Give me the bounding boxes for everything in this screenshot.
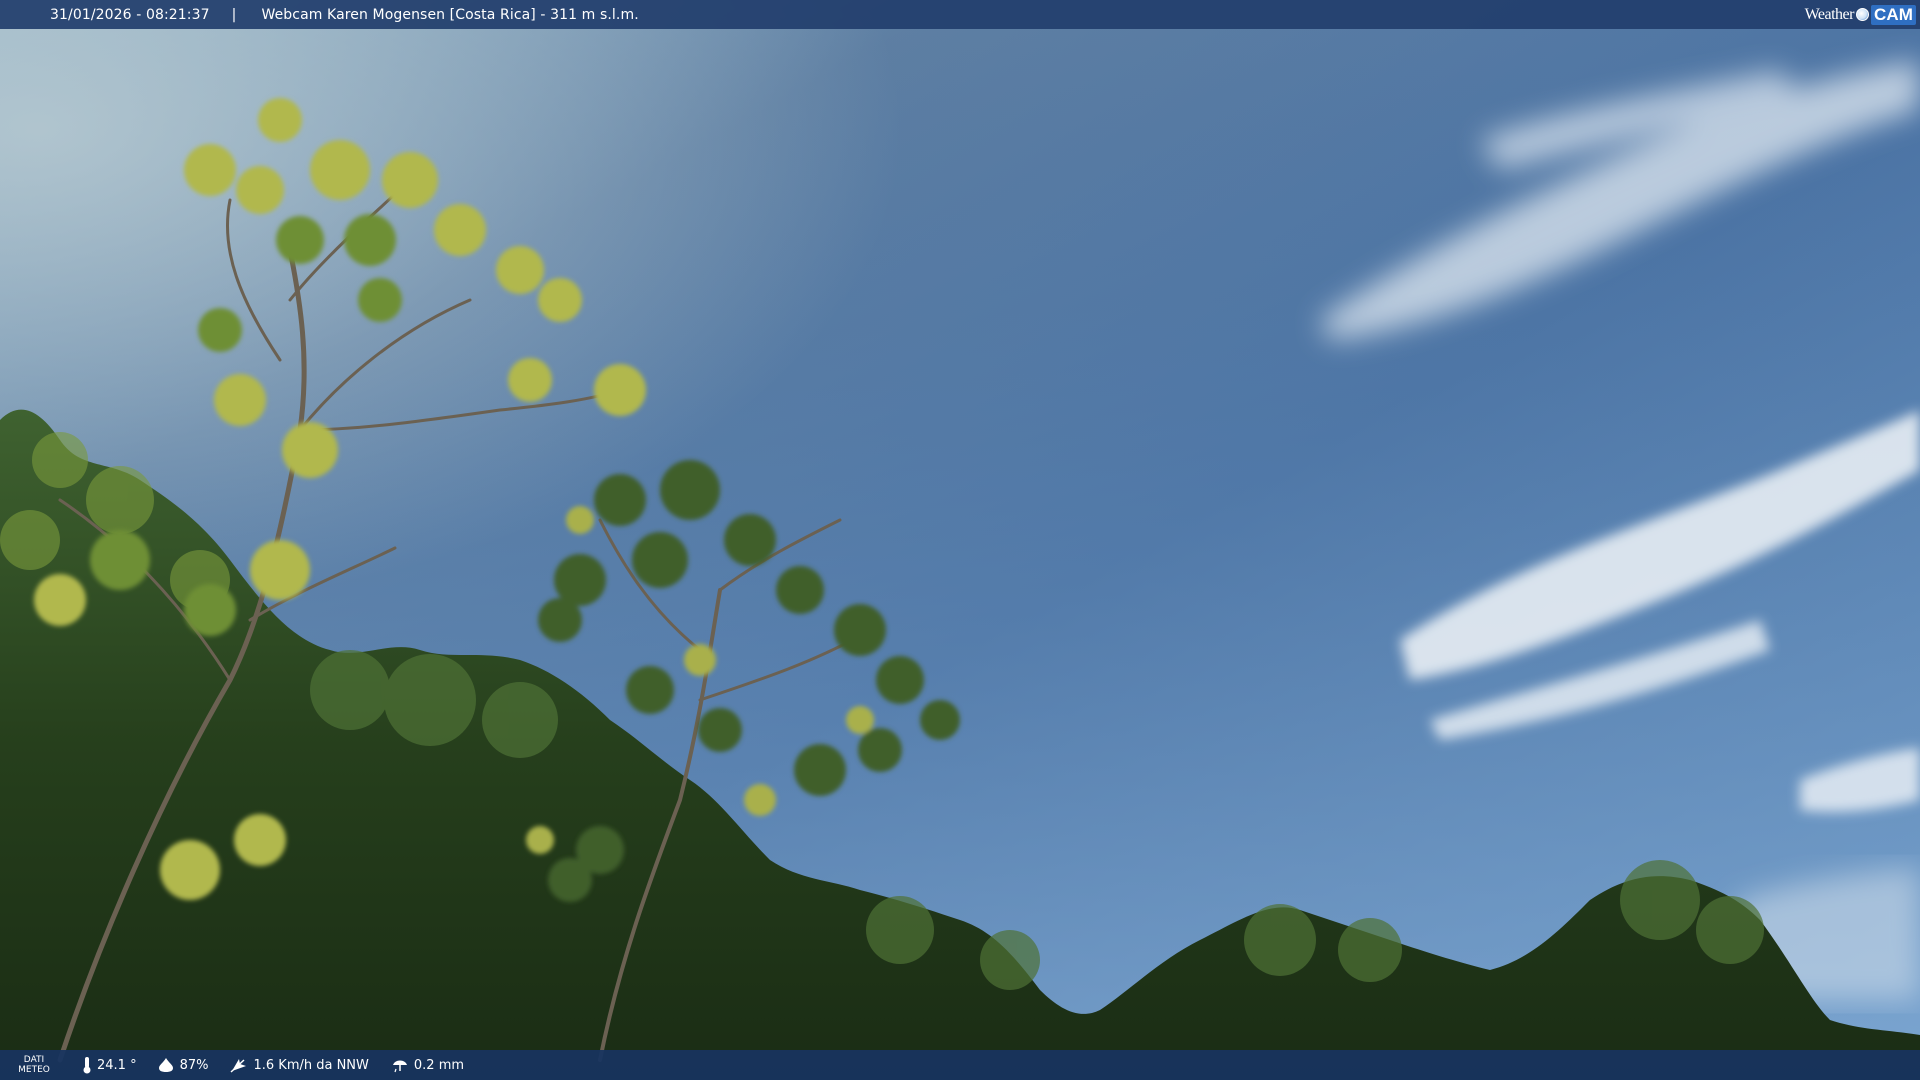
thermometer-icon bbox=[83, 1057, 91, 1074]
globe-icon bbox=[1855, 8, 1869, 21]
wind-value: 1.6 Km/h da NNW bbox=[253, 1057, 369, 1073]
brand-cam-text: CAM bbox=[1870, 4, 1916, 25]
temperature-value: 24.1 ° bbox=[97, 1057, 137, 1073]
webcam-title: Webcam Karen Mogensen [Costa Rica] - 311… bbox=[261, 6, 639, 23]
rain-reading: 0.2 mm bbox=[391, 1057, 464, 1073]
rain-value: 0.2 mm bbox=[413, 1057, 465, 1073]
separator: | bbox=[231, 6, 237, 23]
brand-weather-text: Weather bbox=[1804, 5, 1855, 23]
webcam-viewport: 31/01/2026 - 08:21:37 | Webcam Karen Mog… bbox=[0, 0, 1920, 1080]
wind-reading: 1.6 Km/h da NNW bbox=[230, 1057, 369, 1073]
top-info-bar: 31/01/2026 - 08:21:37 | Webcam Karen Mog… bbox=[0, 0, 1920, 29]
temperature-reading: 24.1 ° bbox=[82, 1056, 137, 1074]
webcam-image bbox=[0, 0, 1920, 1080]
weathercam-logo: Weather CAM bbox=[1805, 2, 1916, 27]
wind-icon bbox=[230, 1059, 247, 1073]
humidity-reading: 87% bbox=[157, 1057, 209, 1073]
timestamp: 31/01/2026 - 08:21:37 bbox=[50, 6, 210, 23]
dati-meteo-label: DATI METEO bbox=[6, 1055, 62, 1075]
weather-data-bar: DATI METEO 24.1 ° 87% 1.6 Km/h da NNW 0.… bbox=[0, 1050, 1920, 1080]
meteo-label: METEO bbox=[18, 1065, 50, 1075]
humidity-value: 87% bbox=[179, 1057, 209, 1073]
droplet-icon bbox=[158, 1058, 173, 1072]
dati-label: DATI bbox=[23, 1055, 45, 1065]
rain-icon bbox=[392, 1060, 407, 1073]
